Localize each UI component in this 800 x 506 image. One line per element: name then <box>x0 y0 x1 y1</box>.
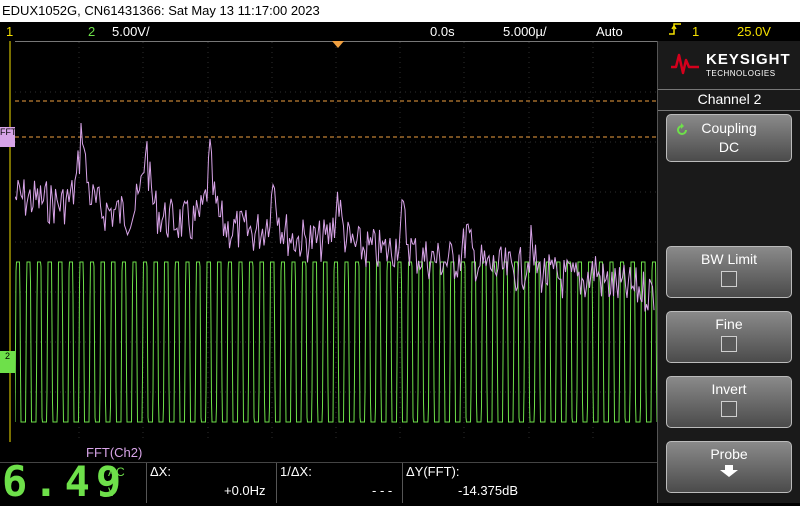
delay-value: 0.0s <box>430 24 455 39</box>
ch1-number[interactable]: 1 <box>6 22 13 41</box>
keysight-logo: KEYSIGHT TECHNOLOGIES <box>666 45 792 85</box>
trigger-edge-icon <box>668 22 682 41</box>
delta-y-label: ΔY(FFT): <box>406 464 459 479</box>
waveform-display[interactable] <box>15 41 657 443</box>
delta-y-label-text: ΔY(FFT): <box>406 464 460 479</box>
status-bar: 1 2 5.00V/ 0.0s 5.000µ/ Auto 1 25.0V <box>0 22 800 41</box>
bw-limit-softkey[interactable]: BW Limit <box>666 246 792 298</box>
fft-marker[interactable]: FFT <box>0 127 17 147</box>
waveform-plot <box>15 42 657 442</box>
rotate-knob-icon <box>677 123 687 135</box>
delta-x-value: +0.0Hz <box>224 483 266 498</box>
voltage-unit-label: V <box>108 485 117 499</box>
brand-subtitle: TECHNOLOGIES <box>706 69 776 78</box>
probe-softkey[interactable]: Probe <box>666 441 792 493</box>
timebase-value: 5.000µ/ <box>503 24 547 39</box>
ch2-number[interactable]: 2 <box>88 22 95 41</box>
probe-label: Probe <box>710 446 748 462</box>
trigger-mode: Auto <box>596 24 623 39</box>
inv-delta-x-label: 1/ΔX: <box>280 464 312 479</box>
left-gutter <box>9 41 11 442</box>
fine-softkey[interactable]: Fine <box>666 311 792 363</box>
keysight-wave-icon <box>671 53 699 75</box>
delta-y-value: -14.375dB <box>458 483 518 498</box>
invert-checkbox[interactable] <box>721 401 737 417</box>
trigger-channel: 1 <box>692 24 700 39</box>
arrow-down-icon <box>720 465 738 477</box>
trigger-position-icon <box>332 41 344 48</box>
invert-label: Invert <box>711 381 747 397</box>
title-bar: EDUX1052G, CN61431366: Sat May 13 11:17:… <box>0 0 800 22</box>
bw-limit-label: BW Limit <box>701 251 757 267</box>
ch2-scale: 5.00V/ <box>112 24 150 39</box>
voltage-ac-label: AC <box>108 465 125 479</box>
invert-softkey[interactable]: Invert <box>666 376 792 428</box>
bw-limit-checkbox[interactable] <box>721 271 737 287</box>
ch2-marker-label: 2 <box>4 351 10 361</box>
fine-label: Fine <box>715 316 743 332</box>
fine-checkbox[interactable] <box>721 336 737 352</box>
ch2-ground-marker[interactable]: 2 <box>0 351 15 373</box>
menu-title: Channel 2 <box>697 91 762 107</box>
fft-marker-label: FFT <box>0 127 17 137</box>
inv-delta-x-value: - - - <box>372 483 393 498</box>
coupling-softkey[interactable]: Coupling DC <box>666 114 792 162</box>
brand-name: KEYSIGHT <box>706 51 791 68</box>
coupling-value: DC <box>718 139 740 155</box>
trigger-level: 25.0V <box>737 24 771 39</box>
delta-x-label: ΔX: <box>150 464 171 479</box>
measurement-panel: FFT(Ch2) 6.49 AC V ΔX: +0.0Hz 1/ΔX: - - … <box>0 442 657 506</box>
softkey-panel: KEYSIGHT TECHNOLOGIES Channel 2 Coupling… <box>657 41 800 503</box>
